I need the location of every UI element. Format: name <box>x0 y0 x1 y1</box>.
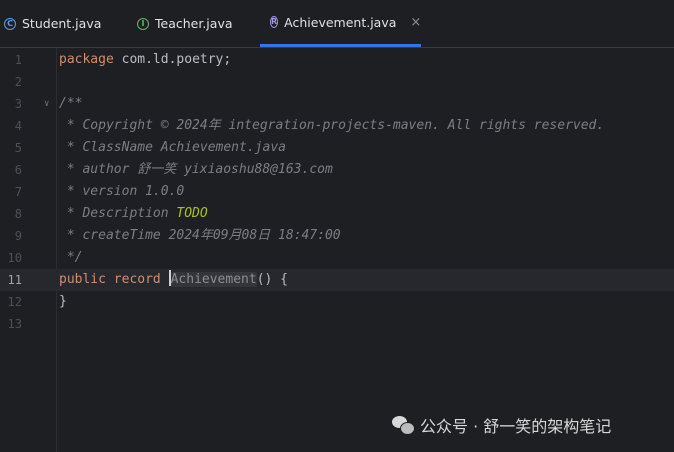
code-editor[interactable]: 1 package com.ld.poetry; 2 3 ∨ /** 4 * C… <box>0 48 674 452</box>
line-number: 2 <box>14 75 22 89</box>
fold-chevron-icon[interactable]: ∨ <box>44 93 49 115</box>
tab-label: Student.java <box>22 16 102 31</box>
code-text: /** <box>59 96 83 111</box>
code-line: 3 ∨ /** <box>0 93 674 115</box>
line-number: 5 <box>14 141 22 155</box>
line-number: 1 <box>14 53 22 67</box>
line-number: 4 <box>14 119 22 133</box>
line-number: 3 <box>14 97 22 111</box>
record-name: Achievement <box>170 272 257 287</box>
watermark: 公众号 · 舒一笑的架构笔记 <box>392 410 611 440</box>
code-text: * Copyright © 2024年 integration-projects… <box>59 118 605 133</box>
code-text: * author 舒一笑 yixiaoshu88@163.com <box>59 162 333 177</box>
code-line: 10 */ <box>0 247 674 269</box>
line-number: 8 <box>14 207 22 221</box>
record-icon: R <box>270 16 279 28</box>
code-line: 9 * createTime 2024年09月08日 18:47:00 <box>0 225 674 247</box>
interface-icon: I <box>137 17 149 30</box>
code-line: 8 * Description TODO <box>0 203 674 225</box>
code-line: 5 * ClassName Achievement.java <box>0 137 674 159</box>
tab-label: Teacher.java <box>155 16 233 31</box>
line-number: 6 <box>14 163 22 177</box>
tab-achievement-java[interactable]: R Achievement.java × <box>260 0 421 47</box>
watermark-text: 公众号 · 舒一笑的架构笔记 <box>420 417 612 436</box>
code-line: 1 package com.ld.poetry; <box>0 49 674 71</box>
code-text: package com.ld.poetry; <box>59 52 232 67</box>
line-number: 7 <box>14 185 22 199</box>
code-text: * ClassName Achievement.java <box>59 140 286 155</box>
tab-label: Achievement.java <box>284 14 397 30</box>
code-line: 7 * version 1.0.0 <box>0 181 674 203</box>
code-text: } <box>59 294 67 309</box>
tab-teacher-java[interactable]: I Teacher.java <box>137 0 233 47</box>
line-number: 13 <box>7 317 22 331</box>
code-line: 12 } <box>0 291 674 313</box>
wechat-icon <box>392 416 415 435</box>
close-icon[interactable]: × <box>410 15 421 30</box>
code-text: * createTime 2024年09月08日 18:47:00 <box>59 228 341 243</box>
line-number: 9 <box>14 229 22 243</box>
code-text: * Description TODO <box>59 206 208 221</box>
editor-tab-bar: C Student.java I Teacher.java R Achievem… <box>0 0 674 48</box>
tab-student-java[interactable]: C Student.java <box>4 0 101 47</box>
code-line: 2 <box>0 71 674 93</box>
line-number: 12 <box>7 295 22 309</box>
line-number: 10 <box>7 251 22 265</box>
todo-marker: TODO <box>176 206 208 221</box>
class-icon: C <box>4 17 16 30</box>
code-text: public record Achievement() { <box>59 270 288 287</box>
code-text: * version 1.0.0 <box>59 184 185 199</box>
code-line: 4 * Copyright © 2024年 integration-projec… <box>0 115 674 137</box>
line-number: 11 <box>7 273 22 287</box>
code-line: 6 * author 舒一笑 yixiaoshu88@163.com <box>0 159 674 181</box>
code-line: 13 <box>0 313 674 335</box>
current-code-line: 11 public record Achievement() { <box>0 269 674 291</box>
code-text: */ <box>59 250 83 265</box>
